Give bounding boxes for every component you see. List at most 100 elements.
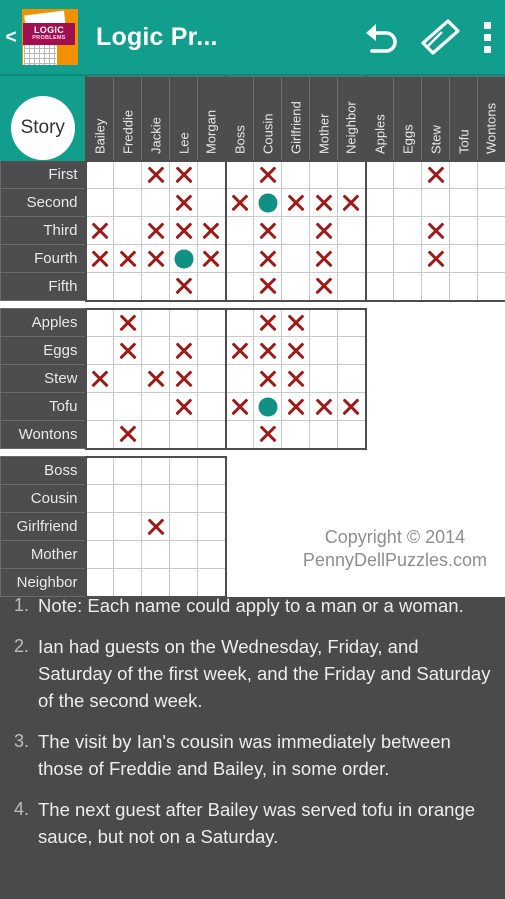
grid-cell-fourth-jackie[interactable] — [141, 244, 170, 273]
grid-cell-unused[interactable] — [309, 484, 338, 513]
grid-cell-apples-cousin[interactable] — [253, 307, 282, 337]
grid-cell-unused[interactable] — [253, 484, 282, 513]
grid-cell-unused[interactable] — [393, 392, 422, 421]
grid-cell-fifth-girlfriend[interactable] — [281, 272, 310, 302]
grid-cell-stew-neighbor[interactable] — [337, 364, 367, 393]
grid-cell-boss-lee[interactable] — [169, 455, 198, 485]
grid-cell-cousin-morgan[interactable] — [197, 484, 227, 513]
grid-cell-unused[interactable] — [225, 540, 254, 569]
grid-cell-first-lee[interactable] — [169, 159, 198, 189]
grid-cell-third-neighbor[interactable] — [337, 216, 367, 245]
grid-cell-stew-freddie[interactable] — [113, 364, 142, 393]
grid-cell-third-boss[interactable] — [224, 216, 254, 245]
grid-cell-apples-lee[interactable] — [169, 307, 198, 337]
grid-cell-unused[interactable] — [393, 484, 422, 513]
grid-cell-unused[interactable] — [477, 420, 505, 449]
grid-cell-girlfriend-freddie[interactable] — [113, 512, 142, 541]
grid-cell-first-freddie[interactable] — [113, 159, 142, 189]
grid-cell-girlfriend-bailey[interactable] — [84, 512, 114, 541]
grid-cell-stew-boss[interactable] — [224, 364, 254, 393]
grid-cell-mother-freddie[interactable] — [113, 540, 142, 569]
grid-cell-eggs-boss[interactable] — [224, 336, 254, 365]
grid-cell-cousin-jackie[interactable] — [141, 484, 170, 513]
grid-cell-unused[interactable] — [393, 456, 422, 485]
grid-cell-unused[interactable] — [421, 456, 450, 485]
grid-cell-tofu-lee[interactable] — [169, 392, 198, 421]
grid-cell-unused[interactable] — [449, 392, 478, 421]
grid-cell-apples-freddie[interactable] — [113, 307, 142, 337]
grid-cell-apples-mother[interactable] — [309, 307, 338, 337]
grid-cell-first-girlfriend[interactable] — [281, 159, 310, 189]
grid-cell-second-jackie[interactable] — [141, 188, 170, 217]
grid-cell-unused[interactable] — [421, 568, 450, 597]
grid-cell-stew-girlfriend[interactable] — [281, 364, 310, 393]
grid-cell-unused[interactable] — [337, 568, 366, 597]
grid-cell-fifth-neighbor[interactable] — [337, 272, 367, 302]
grid-cell-unused[interactable] — [449, 336, 478, 365]
grid-cell-unused[interactable] — [281, 456, 310, 485]
grid-cell-unused[interactable] — [421, 484, 450, 513]
grid-cell-fifth-bailey[interactable] — [84, 272, 114, 302]
grid-cell-neighbor-bailey[interactable] — [84, 568, 114, 598]
grid-cell-unused[interactable] — [449, 420, 478, 449]
grid-cell-fifth-eggs[interactable] — [393, 272, 422, 302]
grid-cell-unused[interactable] — [393, 308, 422, 337]
grid-cell-third-cousin[interactable] — [253, 216, 282, 245]
grid-cell-fourth-bailey[interactable] — [84, 244, 114, 273]
grid-cell-eggs-bailey[interactable] — [84, 336, 114, 365]
grid-cell-second-apples[interactable] — [364, 188, 394, 217]
grid-cell-third-girlfriend[interactable] — [281, 216, 310, 245]
grid-cell-eggs-freddie[interactable] — [113, 336, 142, 365]
grid-cell-unused[interactable] — [365, 308, 394, 337]
grid-cell-eggs-girlfriend[interactable] — [281, 336, 310, 365]
grid-cell-unused[interactable] — [225, 512, 254, 541]
grid-cell-unused[interactable] — [477, 456, 505, 485]
grid-cell-unused[interactable] — [421, 392, 450, 421]
grid-cell-fifth-tofu[interactable] — [449, 272, 478, 302]
grid-cell-fourth-apples[interactable] — [364, 244, 394, 273]
grid-cell-second-neighbor[interactable] — [337, 188, 367, 217]
grid-cell-stew-cousin[interactable] — [253, 364, 282, 393]
grid-cell-tofu-morgan[interactable] — [197, 392, 227, 421]
grid-cell-wontons-freddie[interactable] — [113, 420, 142, 450]
grid-cell-third-freddie[interactable] — [113, 216, 142, 245]
grid-cell-neighbor-freddie[interactable] — [113, 568, 142, 598]
grid-cell-stew-mother[interactable] — [309, 364, 338, 393]
grid-cell-fourth-cousin[interactable] — [253, 244, 282, 273]
grid-cell-first-cousin[interactable] — [253, 159, 282, 189]
grid-cell-second-boss[interactable] — [224, 188, 254, 217]
grid-cell-boss-morgan[interactable] — [197, 455, 227, 485]
grid-cell-mother-lee[interactable] — [169, 540, 198, 569]
grid-cell-eggs-lee[interactable] — [169, 336, 198, 365]
grid-cell-boss-jackie[interactable] — [141, 455, 170, 485]
grid-cell-unused[interactable] — [421, 336, 450, 365]
grid-cell-wontons-cousin[interactable] — [253, 420, 282, 450]
grid-cell-unused[interactable] — [309, 456, 338, 485]
grid-cell-neighbor-lee[interactable] — [169, 568, 198, 598]
grid-cell-fourth-lee[interactable] — [169, 244, 198, 273]
grid-cell-stew-bailey[interactable] — [84, 364, 114, 393]
grid-cell-unused[interactable] — [421, 420, 450, 449]
grid-cell-unused[interactable] — [477, 308, 505, 337]
grid-cell-cousin-freddie[interactable] — [113, 484, 142, 513]
grid-cell-wontons-lee[interactable] — [169, 420, 198, 450]
grid-cell-eggs-neighbor[interactable] — [337, 336, 367, 365]
overflow-menu-button[interactable] — [469, 6, 505, 68]
grid-cell-first-eggs[interactable] — [393, 159, 422, 189]
grid-cell-wontons-morgan[interactable] — [197, 420, 227, 450]
grid-cell-unused[interactable] — [393, 568, 422, 597]
grid-cell-second-lee[interactable] — [169, 188, 198, 217]
grid-cell-third-wontons[interactable] — [477, 216, 505, 245]
grid-cell-fourth-mother[interactable] — [309, 244, 338, 273]
grid-cell-wontons-mother[interactable] — [309, 420, 338, 450]
grid-cell-cousin-lee[interactable] — [169, 484, 198, 513]
grid-cell-second-freddie[interactable] — [113, 188, 142, 217]
grid-cell-unused[interactable] — [365, 484, 394, 513]
grid-cell-unused[interactable] — [253, 456, 282, 485]
grid-cell-first-bailey[interactable] — [84, 159, 114, 189]
grid-cell-apples-bailey[interactable] — [84, 307, 114, 337]
grid-cell-tofu-boss[interactable] — [224, 392, 254, 421]
grid-cell-unused[interactable] — [449, 364, 478, 393]
grid-cell-fourth-neighbor[interactable] — [337, 244, 367, 273]
grid-cell-eggs-morgan[interactable] — [197, 336, 227, 365]
